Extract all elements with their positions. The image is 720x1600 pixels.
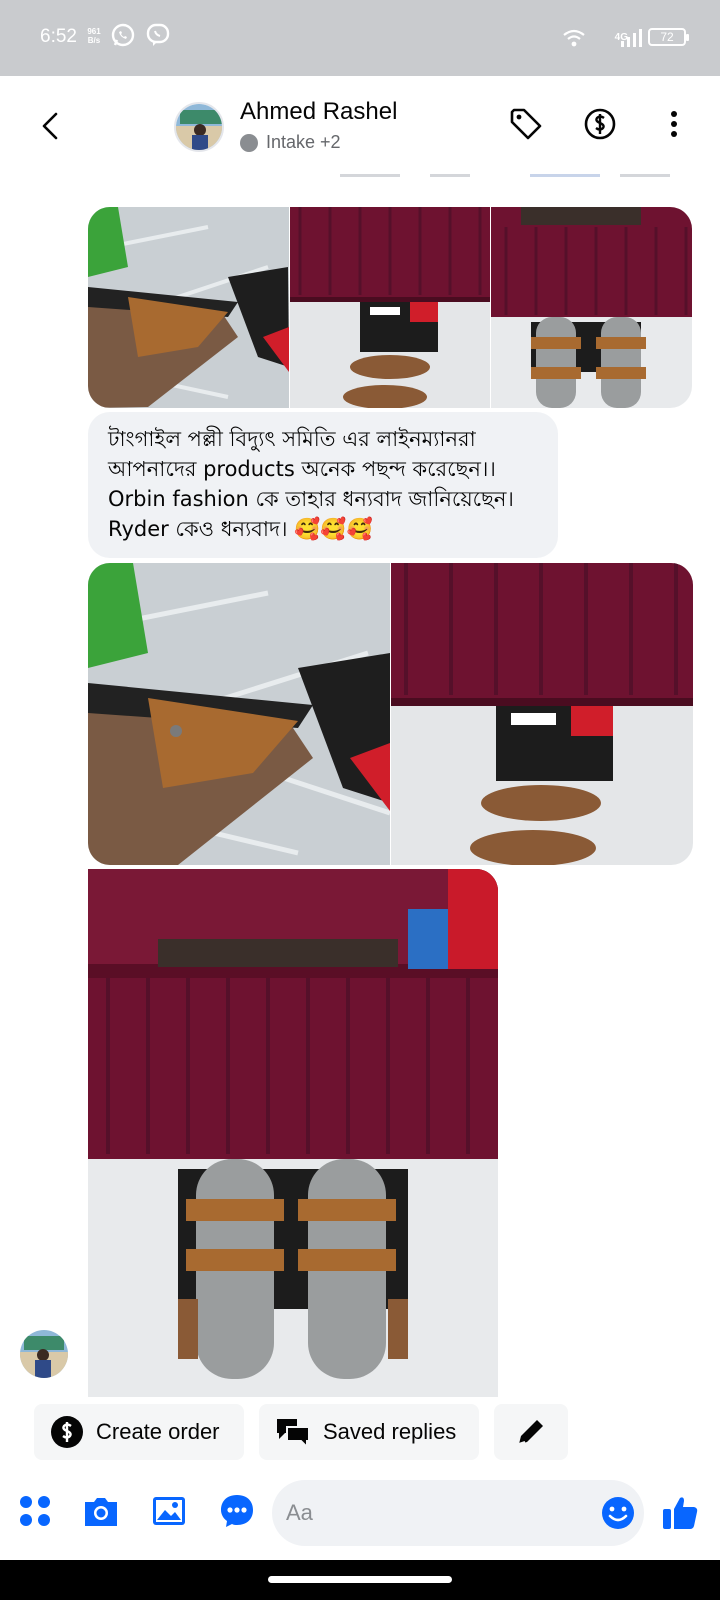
status-time: 6:52 bbox=[40, 26, 77, 47]
network-speed: 961 B/s bbox=[84, 27, 104, 45]
viber-icon bbox=[146, 23, 170, 46]
photo-thumbnail[interactable] bbox=[391, 563, 693, 865]
gallery-icon[interactable] bbox=[150, 1492, 188, 1530]
system-nav-bar bbox=[0, 1560, 720, 1600]
create-order-label: Create order bbox=[96, 1419, 220, 1444]
sender-avatar[interactable] bbox=[20, 1330, 68, 1378]
whatsapp-icon bbox=[111, 23, 135, 47]
presence-dot bbox=[240, 133, 258, 152]
dollar-icon[interactable] bbox=[582, 106, 618, 142]
tag-icon[interactable] bbox=[508, 106, 544, 142]
back-chevron-icon[interactable] bbox=[36, 106, 66, 146]
chat-header: Ahmed Rashel Intake +2 bbox=[0, 76, 720, 176]
avatar[interactable] bbox=[174, 102, 224, 152]
thumbs-up-icon[interactable] bbox=[660, 1492, 700, 1532]
dollar-icon bbox=[51, 1416, 83, 1448]
saved-replies-label: Saved replies bbox=[323, 1419, 457, 1444]
photo-thumbnail[interactable] bbox=[290, 207, 490, 408]
more-vertical-icon[interactable] bbox=[666, 106, 682, 142]
network-speed-unit: B/s bbox=[87, 36, 101, 45]
battery-indicator: 72 bbox=[648, 28, 689, 46]
photo-thumbnail[interactable] bbox=[88, 207, 289, 408]
wifi-icon bbox=[563, 29, 585, 47]
edit-button[interactable] bbox=[494, 1404, 568, 1460]
pencil-icon bbox=[518, 1420, 543, 1445]
camera-icon[interactable] bbox=[82, 1492, 120, 1530]
saved-replies-icon bbox=[277, 1419, 310, 1449]
signal-icon bbox=[621, 29, 642, 47]
contact-labels: Intake +2 bbox=[266, 132, 341, 152]
network-speed-value: 961 bbox=[87, 27, 101, 36]
message-input-placeholder: Aa bbox=[286, 1500, 313, 1525]
photo-thumbnail[interactable] bbox=[88, 563, 390, 865]
saved-replies-button[interactable]: Saved replies bbox=[259, 1404, 479, 1460]
message-input[interactable]: Aa bbox=[272, 1480, 644, 1546]
home-indicator[interactable] bbox=[268, 1576, 452, 1583]
composer-bar: Aa bbox=[0, 1470, 720, 1560]
chat-bubble-icon[interactable] bbox=[218, 1492, 256, 1530]
apps-icon[interactable] bbox=[16, 1492, 54, 1530]
message-bubble[interactable]: টাংগাইল পল্লী বিদ্যুৎ সমিতি এর লাইনম্যান… bbox=[88, 412, 558, 558]
truncated-previous-message bbox=[340, 174, 670, 177]
create-order-button[interactable]: Create order bbox=[34, 1404, 244, 1460]
status-bar: 6:52 961 B/s 4G 72 bbox=[0, 0, 720, 76]
emoji-icon[interactable] bbox=[600, 1495, 636, 1531]
photo-thumbnail[interactable] bbox=[491, 207, 692, 408]
contact-name[interactable]: Ahmed Rashel bbox=[240, 98, 397, 126]
contact-subtitle: Intake +2 bbox=[240, 132, 341, 153]
photo-large[interactable] bbox=[88, 869, 498, 1397]
